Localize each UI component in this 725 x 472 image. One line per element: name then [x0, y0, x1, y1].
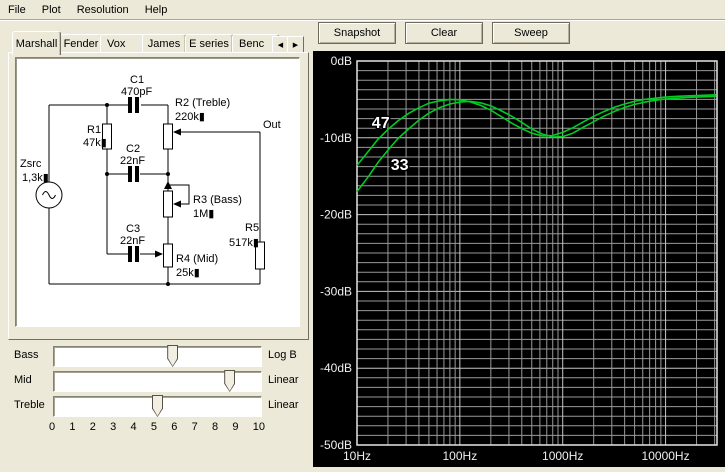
treble-slider-thumb-face [153, 396, 162, 416]
svg-text:47: 47 [372, 115, 390, 132]
treble-taper-label: Linear [268, 399, 299, 411]
bass-slider-row: Bass Log B [0, 345, 310, 367]
snapshot-button[interactable]: Snapshot [318, 22, 396, 44]
svg-text:-10dB: -10dB [320, 131, 352, 145]
slider-scale-numbers: 0 1 2 3 4 5 6 7 8 9 10 [49, 421, 265, 433]
scale-number: 5 [150, 421, 157, 433]
c1-value: 470pF [121, 86, 152, 98]
r2-value: 220k▮ [175, 111, 205, 123]
bass-slider-thumb-face [168, 346, 178, 366]
scale-number: 0 [49, 421, 56, 433]
r5-value: 517k▮ [229, 237, 259, 249]
treble-slider-thumb[interactable] [152, 395, 163, 417]
c3-label: C3 [126, 223, 140, 235]
scale-number: 10 [252, 421, 265, 433]
c3-value: 22nF [120, 235, 145, 247]
treble-slider-track[interactable] [53, 395, 262, 417]
menu-bar: File Plot Resolution Help [0, 0, 725, 21]
svg-text:10000Hz: 10000Hz [642, 449, 690, 463]
bass-slider-thumb[interactable] [167, 345, 179, 367]
r4-label: R4 (Mid) [176, 253, 218, 265]
tab-fender-label: Fender [63, 38, 99, 50]
r3-value: 1M▮ [193, 208, 214, 220]
scale-number: 9 [232, 421, 239, 433]
zsrc-value: 1,3k▮ [22, 172, 49, 184]
tab-page-marshall: C1 470pF R2 (Treble) 220k▮ R1 47k▮ C2 22… [8, 52, 309, 340]
scale-number: 7 [191, 421, 198, 433]
r5-label: R5 [245, 222, 259, 234]
svg-text:0dB: 0dB [331, 54, 352, 68]
svg-text:-20dB: -20dB [320, 208, 352, 222]
menu-file[interactable]: File [0, 2, 34, 18]
circuit-diagram-panel: C1 470pF R2 (Treble) 220k▮ R1 47k▮ C2 22… [15, 57, 300, 327]
menu-plot[interactable]: Plot [34, 2, 69, 18]
svg-text:-40dB: -40dB [320, 361, 352, 375]
scale-number: 6 [171, 421, 178, 433]
tab-fender[interactable]: Fender [60, 34, 102, 54]
mid-slider-row: Mid Linear [0, 370, 310, 392]
circuit-diagram: C1 470pF R2 (Treble) 220k▮ R1 47k▮ C2 22… [20, 74, 281, 286]
treble-label: Treble [14, 399, 45, 411]
arrow-right-icon: ▶ [292, 42, 299, 49]
bass-slider-track[interactable] [53, 345, 262, 367]
mid-slider-thumb-face [225, 371, 235, 391]
tab-vox-label: Vox [107, 38, 126, 50]
arrow-left-icon: ◀ [277, 42, 284, 49]
mid-label: Mid [14, 374, 32, 386]
frequency-response-graph: 0dB -10dB -20dB -30dB -40dB -50dB 10Hz 100Hz 100… [313, 51, 725, 467]
scale-number: 3 [110, 421, 117, 433]
menu-help[interactable]: Help [137, 2, 176, 18]
scale-number: 2 [89, 421, 96, 433]
tab-marshall[interactable]: Marshall [12, 31, 61, 55]
svg-text:1000Hz: 1000Hz [542, 449, 583, 463]
svg-text:-30dB: -30dB [320, 284, 352, 298]
tab-e-series[interactable]: E series [185, 34, 233, 54]
r2-label: R2 (Treble) [175, 97, 230, 109]
r1-value: 47k▮ [83, 137, 107, 149]
treble-slider-row: Treble Linear [0, 395, 310, 417]
svg-text:33: 33 [391, 157, 409, 174]
tab-james[interactable]: James [142, 34, 186, 54]
out-label: Out [263, 119, 281, 131]
clear-button[interactable]: Clear [405, 22, 483, 44]
r3-label: R3 (Bass) [193, 194, 242, 206]
tone-stack-calculator-window: File Plot Resolution Help Marshall Fende… [0, 0, 725, 472]
bass-taper-label: Log B [268, 349, 297, 361]
mid-slider-track[interactable] [53, 370, 262, 392]
graph-svg: 0dB-10dB-20dB-30dB-40dB-50dB10Hz 100Hz 100… [320, 54, 718, 463]
tab-james-label: James [147, 38, 181, 50]
svg-text:100Hz: 100Hz [443, 449, 478, 463]
scale-number: 1 [69, 421, 76, 433]
svg-text:10Hz: 10Hz [343, 449, 371, 463]
tab-bench-label: Benc [239, 38, 265, 50]
r1-label: R1 [87, 124, 101, 136]
mid-taper-label: Linear [268, 374, 299, 386]
c2-label: C2 [126, 143, 140, 155]
tab-marshall-label: Marshall [15, 37, 58, 50]
sweep-button[interactable]: Sweep [492, 22, 570, 44]
zsrc-label: Zsrc [20, 158, 42, 170]
scale-number: 4 [130, 421, 137, 433]
bass-label: Bass [14, 349, 39, 361]
c1-label: C1 [130, 74, 144, 86]
menu-resolution[interactable]: Resolution [69, 2, 137, 18]
scale-number: 8 [212, 421, 219, 433]
tab-e-series-label: E series [189, 38, 229, 50]
c2-value: 22nF [120, 155, 145, 167]
r4-value: 25k▮ [176, 267, 200, 279]
mid-slider-thumb[interactable] [224, 370, 236, 392]
